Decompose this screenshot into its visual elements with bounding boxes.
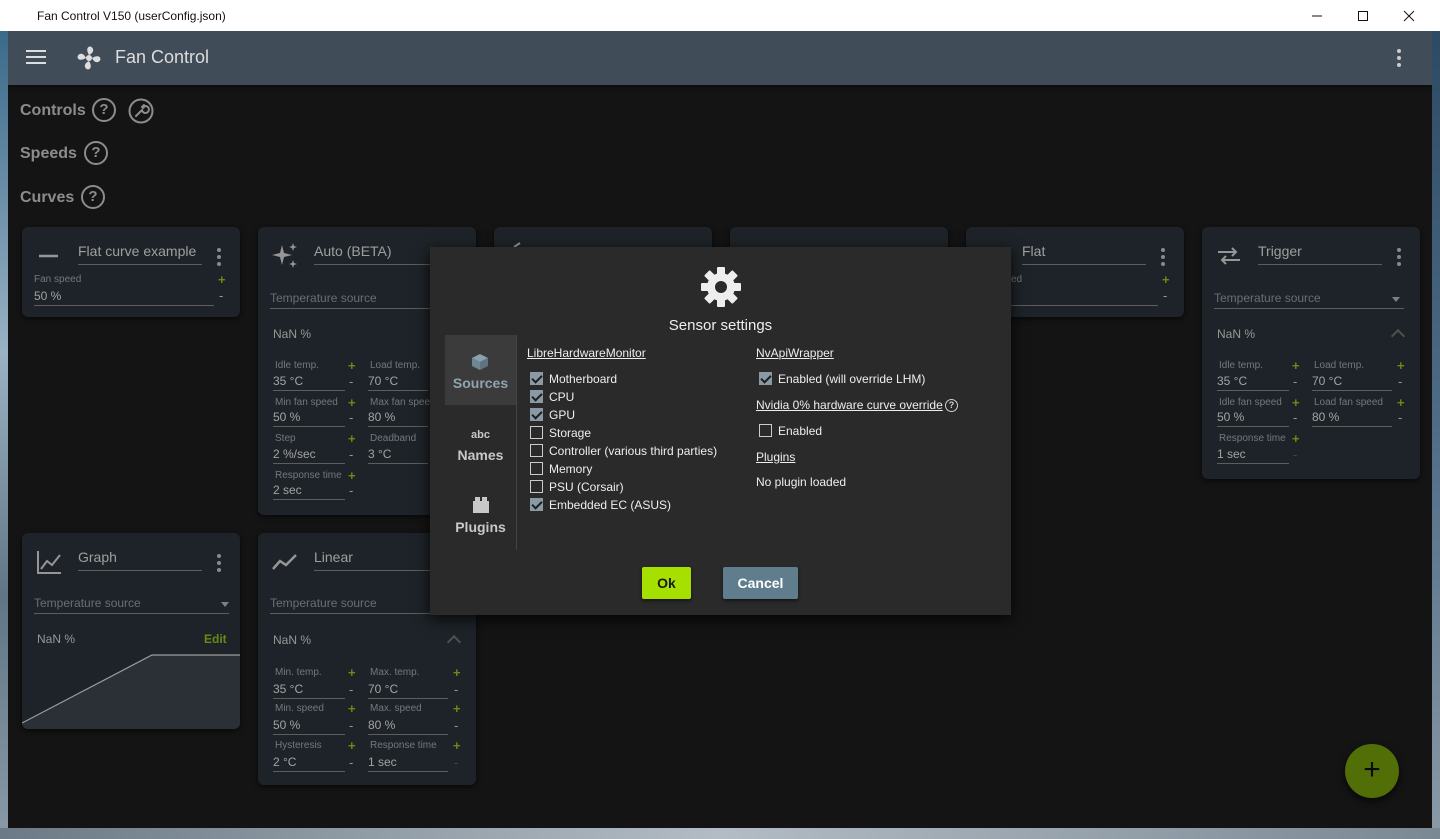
close-button[interactable] [1386,0,1432,31]
nvapi-header-link[interactable]: NvApiWrapper [756,346,834,360]
minimize-icon [1312,15,1322,16]
app-title: Fan Control [115,47,210,67]
nvidia-override-enabled-label: Enabled [778,424,823,438]
nvapi-enabled-checkbox[interactable] [759,372,772,385]
memory-checkbox[interactable] [530,462,543,475]
tab-plugins[interactable]: Plugins [445,479,516,549]
controller-label: Controller (various third parties) [549,444,718,458]
tab-plugins-label: Plugins [455,519,506,535]
app-window: Fan Control Controls ? Speeds ? Curves ?… [8,31,1432,828]
tab-names[interactable]: abc Names [445,407,516,477]
window-title: Fan Control V150 (userConfig.json) [37,9,226,23]
motherboard-checkbox[interactable] [530,372,543,385]
ok-button[interactable]: Ok [642,567,691,599]
nvapi-enabled-label: Enabled (will override LHM) [778,372,926,386]
cube-icon [472,354,488,370]
gear-icon [701,267,741,307]
window-titlebar: Fan Control V150 (userConfig.json) [0,0,1440,31]
controller-checkbox[interactable] [530,444,543,457]
nvidia-override-header-link[interactable]: Nvidia 0% hardware curve override [756,398,943,412]
memory-label: Memory [549,462,593,476]
app-bar: Fan Control [8,31,1432,85]
sensor-settings-dialog: Sensor settings Sources abc Names Plugin… [430,247,1011,615]
app-menu-icon[interactable] [1396,49,1402,67]
help-icon[interactable]: ? [945,399,958,412]
embedded-ec-checkbox[interactable] [530,498,543,511]
storage-checkbox[interactable] [530,426,543,439]
psu-label: PSU (Corsair) [549,480,624,494]
tab-divider [516,335,517,550]
cancel-button[interactable]: Cancel [723,567,798,599]
tab-names-label: Names [457,447,504,463]
menu-icon[interactable] [26,50,46,65]
dialog-title: Sensor settings [668,317,773,334]
embedded-ec-label: Embedded EC (ASUS) [549,498,672,512]
nvidia-override-enabled-checkbox[interactable] [759,424,772,437]
desktop-background-right [1432,30,1440,839]
plugin-block-icon [473,497,489,513]
plugins-header-link[interactable]: Plugins [756,450,795,464]
plugins-status: No plugin loaded [756,475,847,489]
fan-logo-icon [77,46,101,70]
close-icon [1403,10,1415,21]
cpu-checkbox[interactable] [530,390,543,403]
gpu-checkbox[interactable] [530,408,543,421]
lhm-header-link[interactable]: LibreHardwareMonitor [527,346,646,360]
motherboard-label: Motherboard [549,372,618,386]
abc-icon: abc [471,429,490,441]
maximize-button[interactable] [1340,0,1386,31]
tab-sources-label: Sources [452,375,509,391]
minimize-button[interactable] [1294,0,1340,31]
storage-label: Storage [549,426,592,440]
maximize-icon [1358,10,1368,21]
desktop-background-left [0,30,8,839]
desktop-background-bottom [0,828,1440,839]
gpu-label: GPU [549,408,576,422]
cpu-label: CPU [549,390,575,404]
psu-checkbox[interactable] [530,480,543,493]
tab-sources[interactable]: Sources [445,335,516,405]
